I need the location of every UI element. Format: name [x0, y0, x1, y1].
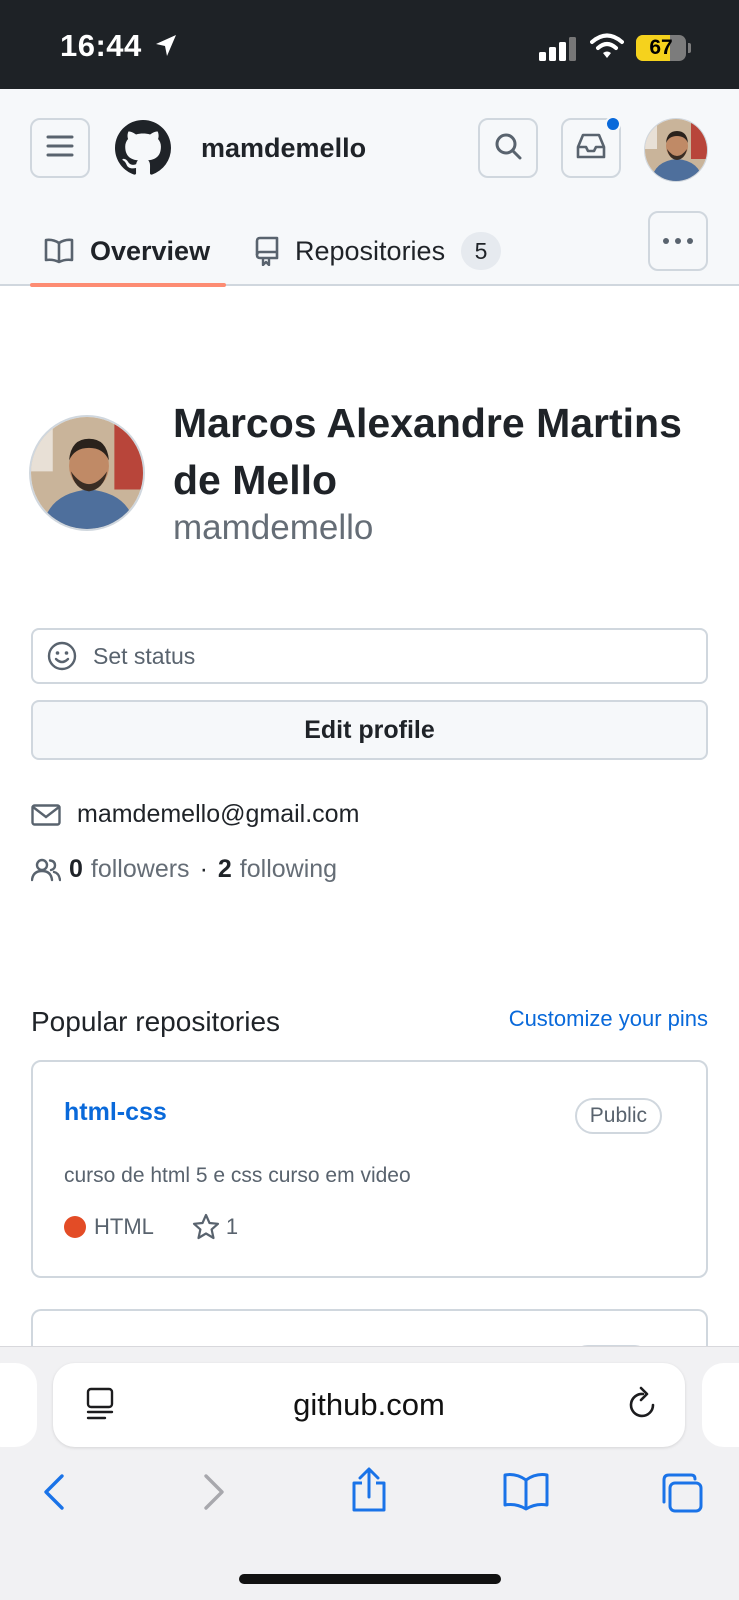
profile-full-name: Marcos Alexandre Martins de Mello	[173, 400, 682, 503]
following-count: 2	[217, 855, 232, 883]
github-logo-icon[interactable]	[115, 120, 171, 181]
repositories-count-badge: 5	[461, 232, 502, 270]
customize-pins-link[interactable]: Customize your pins	[509, 1006, 708, 1032]
profile-avatar[interactable]	[29, 415, 145, 531]
profile-email[interactable]: mamdemello@gmail.com	[77, 800, 359, 829]
location-arrow-icon	[155, 34, 177, 63]
search-button[interactable]	[478, 118, 538, 178]
following-link[interactable]: 2 following	[218, 855, 337, 884]
forward-icon[interactable]	[198, 1472, 228, 1512]
menu-button[interactable]	[30, 118, 90, 178]
followers-label: followers	[90, 855, 190, 883]
share-icon[interactable]	[349, 1467, 389, 1513]
status-bar: 16:44 67	[0, 0, 739, 89]
tab-overview-label: Overview	[90, 235, 211, 266]
previous-tab-pill[interactable]	[0, 1363, 37, 1447]
set-status-label: Set status	[93, 642, 196, 669]
followers-count: 0	[69, 855, 83, 883]
notification-indicator	[605, 116, 621, 132]
repo-name-link[interactable]: html-css	[64, 1098, 167, 1127]
book-icon	[44, 238, 74, 264]
tab-repositories-label: Repositories	[295, 235, 446, 266]
followers-row: 0 followers · 2 following	[31, 855, 337, 884]
repo-meta: HTML 1	[64, 1213, 238, 1241]
repo-stars-link[interactable]: 1	[226, 1214, 238, 1240]
profile-username: mamdemello	[173, 508, 374, 547]
profile-email-row: mamdemello@gmail.com	[31, 800, 359, 829]
follow-separator: ·	[199, 855, 208, 883]
following-label: following	[239, 855, 338, 883]
star-icon	[192, 1213, 220, 1241]
set-status-button[interactable]: Set status	[31, 628, 708, 684]
followers-link[interactable]: 0 followers	[69, 855, 190, 884]
kebab-horizontal-icon	[662, 232, 694, 250]
address-bar[interactable]: github.com	[53, 1363, 685, 1447]
tabs-icon[interactable]	[660, 1472, 704, 1514]
more-options-button[interactable]	[648, 211, 708, 271]
header-username[interactable]: mamdemello	[201, 133, 366, 164]
cellular-signal-icon	[539, 37, 577, 61]
battery-percent: 67	[649, 36, 673, 59]
url-text: github.com	[293, 1387, 445, 1422]
mail-icon	[31, 803, 61, 826]
bookmarks-icon[interactable]	[502, 1472, 550, 1512]
tab-repositories[interactable]: Repositories 5	[255, 222, 502, 280]
back-icon[interactable]	[40, 1472, 70, 1512]
status-time: 16:44	[60, 28, 142, 63]
reload-icon[interactable]	[627, 1385, 659, 1426]
search-icon	[494, 132, 522, 165]
tab-overview[interactable]: Overview	[30, 222, 226, 287]
repo-visibility-badge: Public	[574, 1098, 662, 1134]
people-icon	[31, 858, 61, 882]
inbox-icon	[576, 133, 606, 164]
repo-card: html-css Public curso de html 5 e css cu…	[31, 1060, 708, 1278]
user-avatar-small[interactable]	[644, 118, 708, 182]
language-color-dot	[64, 1216, 86, 1238]
github-header: mamdemello Overview Repositories 5	[0, 89, 739, 287]
wifi-icon	[590, 33, 624, 64]
tab-selected-underline	[30, 283, 226, 287]
hamburger-icon	[46, 135, 74, 162]
edit-profile-button[interactable]: Edit profile	[31, 700, 708, 760]
battery-tip	[688, 43, 691, 53]
battery-icon: 67	[636, 35, 686, 61]
repo-description: curso de html 5 e css curso em video	[64, 1164, 411, 1187]
popular-repositories-heading: Popular repositories	[31, 1006, 281, 1037]
repo-icon	[255, 236, 279, 266]
home-indicator	[239, 1574, 501, 1584]
smiley-icon	[47, 641, 77, 671]
browser-toolbar: github.com	[0, 1346, 739, 1600]
repo-language: HTML	[94, 1214, 154, 1239]
next-tab-pill[interactable]	[702, 1363, 739, 1447]
